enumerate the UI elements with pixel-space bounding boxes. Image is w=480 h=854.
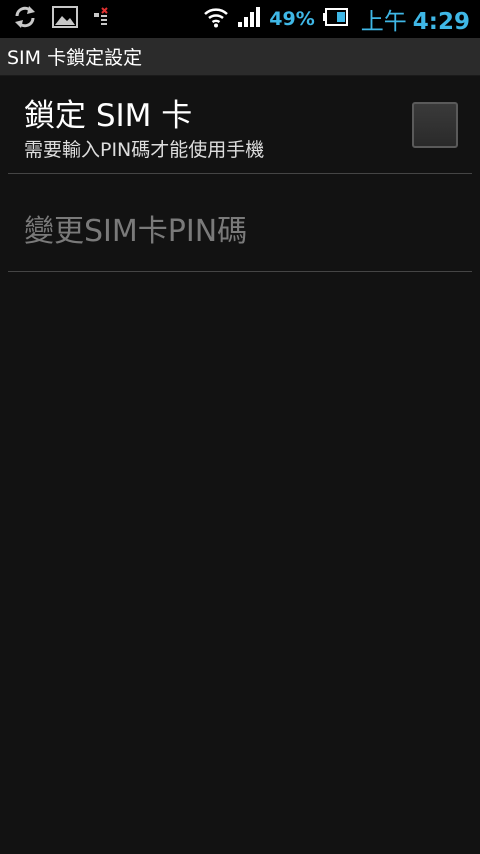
signal-icon	[237, 6, 261, 32]
lock-sim-card-checkbox[interactable]	[412, 102, 458, 148]
clock-ampm: 上午	[360, 9, 407, 35]
title-bar: SIM 卡鎖定設定	[0, 38, 480, 76]
page-title: SIM 卡鎖定設定	[7, 47, 143, 69]
lock-sim-card-title: 鎖定 SIM 卡	[24, 98, 193, 134]
wifi-icon	[203, 6, 229, 32]
change-sim-pin-title: 變更SIM卡PIN碼	[24, 214, 248, 249]
lock-sim-card-summary: 需要輸入PIN碼才能使用手機	[24, 139, 265, 161]
notification-icons	[0, 4, 112, 34]
sync-icon	[12, 4, 38, 34]
battery-percent: 49%	[269, 8, 315, 30]
divider	[8, 271, 472, 272]
battery-icon	[322, 8, 349, 30]
clock: 上午 4:29	[361, 2, 470, 36]
gallery-icon	[52, 5, 78, 33]
lock-sim-card-preference[interactable]: 鎖定 SIM 卡 需要輸入PIN碼才能使用手機	[0, 76, 480, 174]
change-sim-pin-preference[interactable]: 變更SIM卡PIN碼	[0, 174, 480, 271]
system-icons: 49% 上午 4:29	[203, 2, 480, 36]
status-bar: 49% 上午 4:29	[0, 0, 480, 38]
clock-time: 4:29	[412, 9, 470, 35]
sim-error-icon	[92, 7, 112, 31]
